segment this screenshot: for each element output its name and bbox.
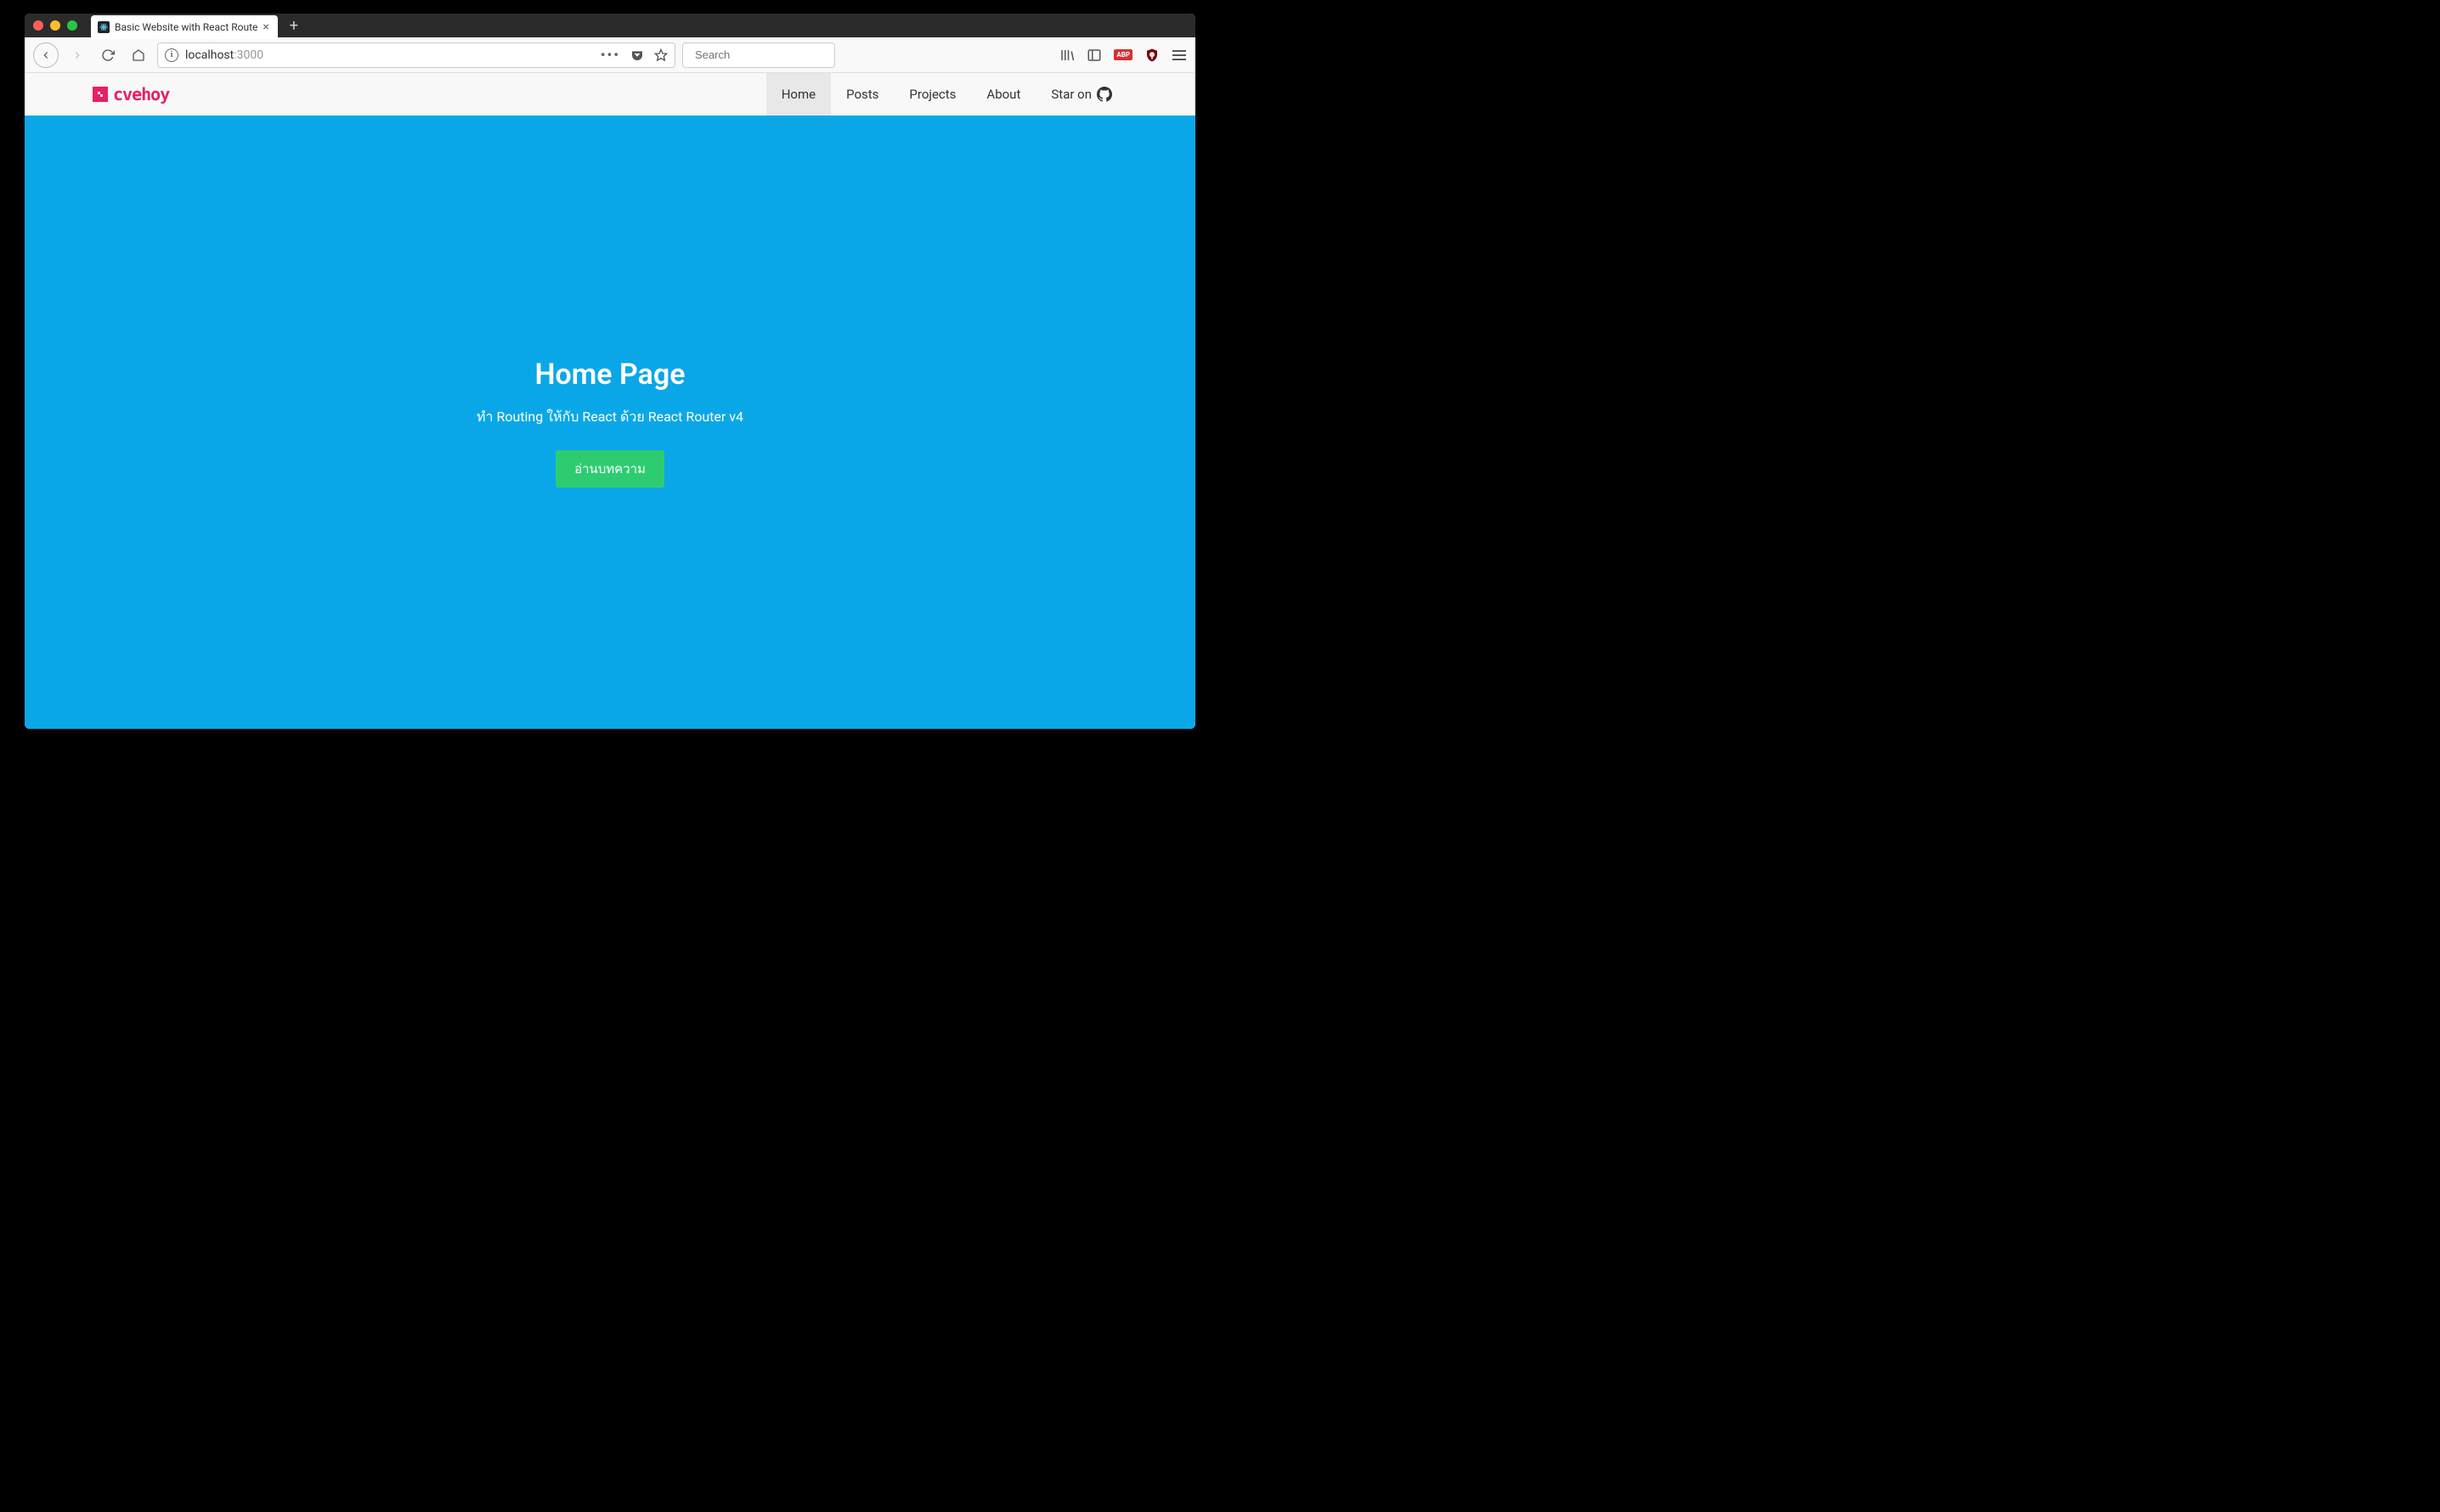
window-controls — [33, 20, 77, 31]
nav-about[interactable]: About — [971, 73, 1036, 116]
hero-section: Home Page ทำ Routing ให้กับ React ด้วย R… — [25, 116, 1195, 729]
toolbar-extensions: ABP — [1059, 48, 1187, 63]
logo-mark-icon — [93, 87, 108, 102]
nav-projects[interactable]: Projects — [894, 73, 971, 116]
url-actions: ••• — [601, 47, 668, 63]
adblock-plus-icon[interactable]: ABP — [1114, 49, 1132, 60]
home-button[interactable] — [127, 43, 150, 67]
browser-titlebar: Basic Website with React Route × + — [25, 14, 1195, 37]
browser-window: Basic Website with React Route × + i loc… — [25, 14, 1195, 729]
window-minimize-button[interactable] — [50, 20, 60, 31]
site-nav: Home Posts Projects About Star on — [766, 73, 1127, 116]
reload-button[interactable] — [96, 43, 120, 67]
nav-home[interactable]: Home — [766, 73, 831, 116]
search-input[interactable] — [695, 48, 844, 61]
new-tab-button[interactable]: + — [283, 16, 305, 35]
tab-close-button[interactable]: × — [263, 20, 268, 34]
forward-button[interactable] — [65, 43, 89, 67]
site-logo[interactable]: cvehoy — [93, 84, 169, 104]
page-viewport: cvehoy Home Posts Projects About Star on… — [25, 73, 1195, 729]
bookmark-star-icon[interactable] — [654, 48, 668, 62]
site-info-icon[interactable]: i — [165, 48, 178, 62]
window-close-button[interactable] — [33, 20, 43, 31]
tab-title: Basic Website with React Route — [115, 21, 257, 33]
page-actions-menu-icon[interactable]: ••• — [601, 47, 620, 63]
browser-tab[interactable]: Basic Website with React Route × — [91, 15, 278, 39]
github-icon — [1097, 87, 1112, 102]
library-icon[interactable] — [1059, 48, 1075, 63]
search-bar[interactable] — [682, 42, 835, 68]
back-button[interactable] — [33, 42, 59, 68]
read-article-button[interactable]: อ่านบทความ — [556, 450, 664, 488]
react-favicon-icon — [98, 21, 110, 33]
sidebar-icon[interactable] — [1087, 48, 1102, 63]
page-title: Home Page — [534, 358, 685, 392]
menu-button[interactable] — [1172, 48, 1187, 63]
nav-posts[interactable]: Posts — [831, 73, 894, 116]
pocket-icon[interactable] — [630, 48, 644, 62]
window-maximize-button[interactable] — [67, 20, 77, 31]
url-text: localhost:3000 — [185, 48, 263, 62]
site-header: cvehoy Home Posts Projects About Star on — [25, 73, 1195, 116]
browser-toolbar: i localhost:3000 ••• — [25, 37, 1195, 73]
logo-text: cvehoy — [113, 84, 169, 104]
ublock-origin-icon[interactable] — [1144, 48, 1160, 63]
url-bar[interactable]: i localhost:3000 ••• — [157, 42, 675, 68]
page-subtitle: ทำ Routing ให้กับ React ด้วย React Route… — [477, 407, 743, 428]
nav-star-on-github[interactable]: Star on — [1036, 73, 1127, 116]
